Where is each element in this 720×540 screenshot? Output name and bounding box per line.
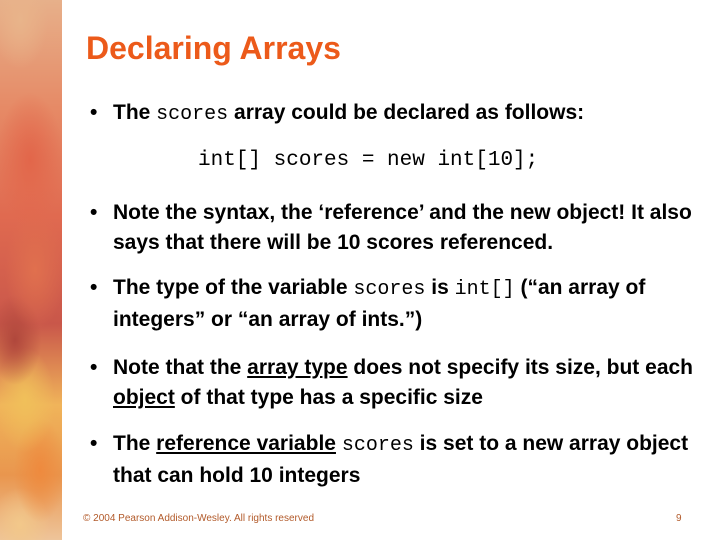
autumn-leaves-decoration [0, 0, 62, 540]
bullet-dot: • [90, 432, 98, 455]
slide-title: Declaring Arrays [86, 30, 341, 66]
bullet-5: • The reference variable scores is set t… [90, 429, 703, 491]
code-declaration: int[] scores = new int[10]; [198, 149, 539, 172]
bullet-text: The scores array could be declared as fo… [113, 101, 585, 126]
code-int-array: int[] [454, 278, 515, 301]
bullet-dot: • [90, 356, 98, 379]
bullet-dot: • [90, 276, 98, 299]
bullet-text: Note that the array type does not specif… [113, 356, 694, 409]
bullet-dot: • [90, 101, 98, 124]
code-scores: scores [341, 434, 414, 457]
bullet-text: Note the syntax, the ‘reference’ and the… [113, 201, 692, 254]
underlined-term: object [113, 386, 175, 409]
underlined-term: array type [247, 356, 348, 379]
bullet-text: The type of the variable scores is int[]… [113, 276, 646, 331]
bullet-1: • The scores array could be declared as … [90, 98, 703, 130]
bullet-4: • Note that the array type does not spec… [90, 353, 703, 413]
code-scores: scores [156, 103, 229, 126]
bullet-2: • Note the syntax, the ‘reference’ and t… [90, 198, 703, 258]
code-scores: scores [353, 278, 426, 301]
bullet-dot: • [90, 201, 98, 224]
page-number: 9 [676, 513, 682, 524]
bullet-text: The reference variable scores is set to … [113, 432, 689, 487]
bullet-3: • The type of the variable scores is int… [90, 273, 703, 335]
underlined-term: reference variable [156, 432, 336, 455]
copyright-footer: © 2004 Pearson Addison-Wesley. All right… [83, 513, 315, 524]
